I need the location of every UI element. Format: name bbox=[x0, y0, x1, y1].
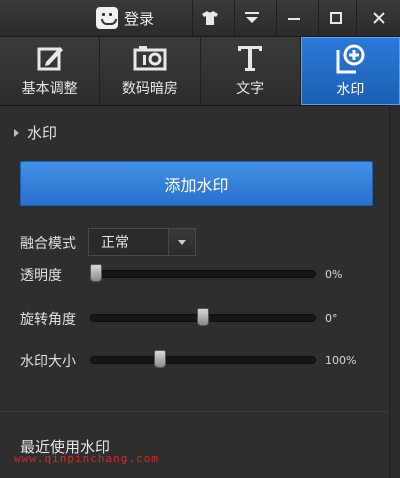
close-button[interactable] bbox=[356, 0, 400, 36]
maximize-icon bbox=[330, 12, 342, 24]
login-area[interactable]: 登录 bbox=[96, 6, 154, 30]
rotation-label: 旋转角度 bbox=[20, 312, 76, 328]
blend-mode-select[interactable]: 正常 bbox=[88, 228, 196, 256]
login-label[interactable]: 登录 bbox=[124, 8, 154, 29]
opacity-label: 透明度 bbox=[20, 268, 62, 284]
menu-button[interactable] bbox=[234, 0, 269, 36]
slider-thumb[interactable] bbox=[197, 308, 209, 326]
blend-mode-value: 正常 bbox=[101, 235, 129, 251]
tab-label: 基本调整 bbox=[21, 81, 78, 97]
opacity-value: 0% bbox=[325, 268, 343, 281]
tab-digital-darkroom[interactable]: 数码暗房 bbox=[100, 37, 201, 105]
site-watermark-text: www.qinpinchang.com bbox=[14, 452, 159, 465]
opacity-slider[interactable] bbox=[90, 264, 316, 282]
dropdown-icon bbox=[245, 12, 259, 23]
slider-track[interactable] bbox=[90, 356, 316, 364]
tshirt-icon bbox=[202, 11, 218, 25]
camera-icon bbox=[133, 46, 167, 71]
expand-arrow-icon bbox=[14, 128, 19, 137]
tab-label: 水印 bbox=[336, 82, 365, 98]
maximize-button[interactable] bbox=[318, 0, 353, 36]
watermark-add-icon bbox=[336, 44, 365, 74]
user-avatar-icon bbox=[96, 7, 118, 29]
tab-label: 数码暗房 bbox=[121, 81, 178, 97]
slider-thumb[interactable] bbox=[90, 264, 102, 282]
tool-tabs: 基本调整 数码暗房 文字 水印 bbox=[0, 37, 400, 106]
watermark-section-header[interactable]: 水印 bbox=[14, 122, 57, 143]
size-slider[interactable] bbox=[90, 350, 316, 368]
rotation-value: 0° bbox=[325, 312, 338, 325]
skin-button[interactable] bbox=[192, 0, 227, 36]
close-icon bbox=[373, 12, 385, 24]
minimize-icon bbox=[288, 18, 300, 20]
section-title: 水印 bbox=[27, 124, 58, 142]
slider-track[interactable] bbox=[90, 270, 316, 278]
scrollbar[interactable] bbox=[389, 105, 400, 478]
blend-mode-label: 融合模式 bbox=[20, 236, 76, 252]
slider-thumb[interactable] bbox=[154, 350, 167, 368]
tab-label: 文字 bbox=[236, 81, 265, 97]
add-watermark-button[interactable]: 添加水印 bbox=[20, 161, 373, 206]
chevron-down-icon[interactable] bbox=[168, 229, 195, 255]
tab-basic-adjust[interactable]: 基本调整 bbox=[0, 37, 101, 105]
tab-text[interactable]: 文字 bbox=[201, 37, 301, 105]
title-bar: 登录 bbox=[0, 0, 400, 37]
text-icon bbox=[238, 46, 263, 71]
edit-icon bbox=[37, 47, 63, 71]
minimize-button[interactable] bbox=[276, 0, 311, 36]
size-label: 水印大小 bbox=[20, 354, 76, 370]
size-value: 100% bbox=[325, 354, 357, 367]
rotation-slider[interactable] bbox=[90, 308, 316, 326]
divider bbox=[0, 411, 390, 412]
tab-watermark[interactable]: 水印 bbox=[300, 37, 400, 105]
